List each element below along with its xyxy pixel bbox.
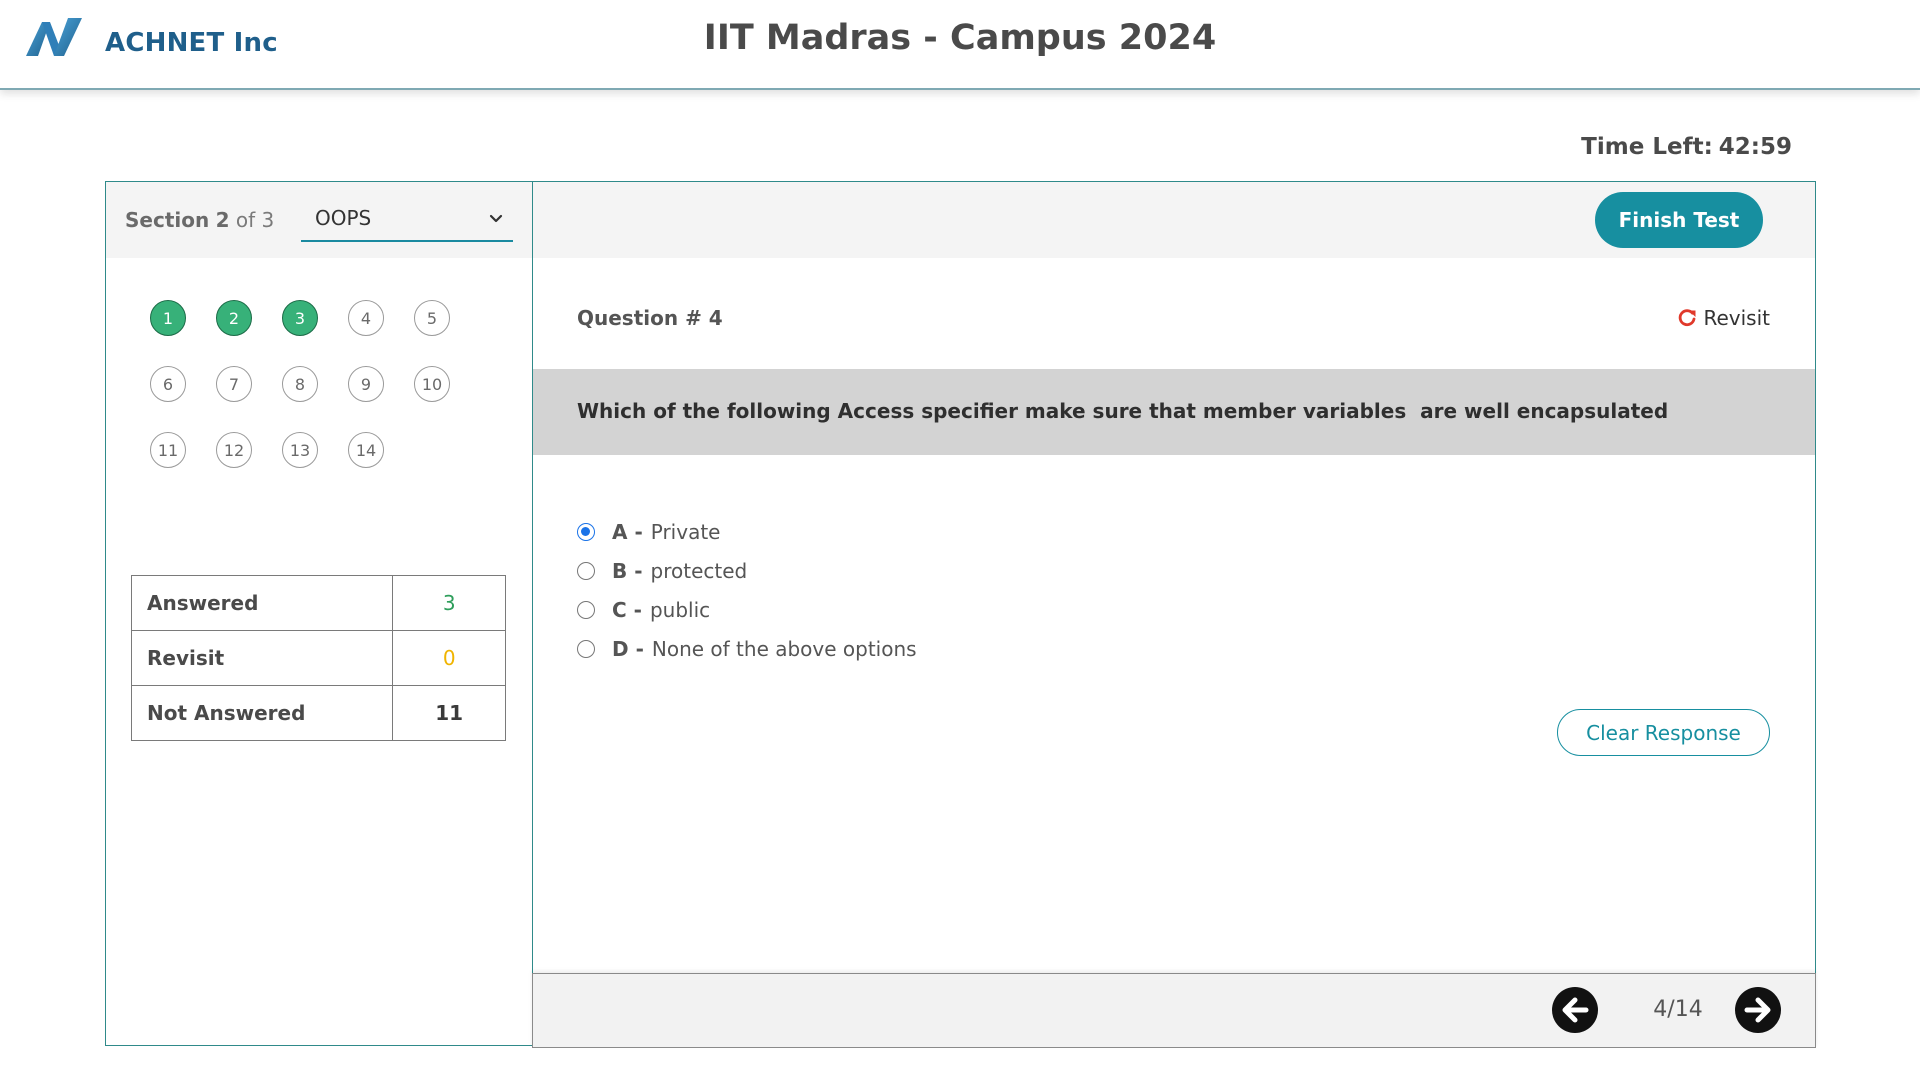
summary-label: Not Answered bbox=[130, 685, 394, 741]
arrow-left-circle-icon[interactable] bbox=[1551, 986, 1599, 1034]
summary-table: Answered 3 Revisit 0 Not Answered 11 bbox=[130, 575, 506, 741]
summary-count: 0 bbox=[392, 630, 506, 686]
question-palette-item[interactable]: 4 bbox=[348, 300, 384, 336]
question-palette-item[interactable]: 9 bbox=[348, 366, 384, 402]
question-palette-panel: Section 2 of 3 OOPS 1 2 3 4 5 6 7 8 9 10 11 12 13 14 … bbox=[105, 181, 533, 1046]
question-toolbar: Finish Test bbox=[533, 182, 1815, 258]
question-palette-item[interactable]: 6 bbox=[150, 366, 186, 402]
question-number: Question # 4 bbox=[577, 306, 723, 330]
option-text: public bbox=[649, 597, 711, 622]
exam-title: IIT Madras - Campus 2024 bbox=[703, 18, 1217, 58]
question-text: Which of the following Access specifier … bbox=[577, 399, 1669, 423]
summary-label: Revisit bbox=[130, 630, 394, 686]
section-indicator: Section 2 of 3 bbox=[125, 208, 274, 232]
summary-row: Revisit 0 bbox=[130, 630, 506, 686]
section-dropdown[interactable]: OOPS bbox=[301, 198, 513, 242]
summary-label: Answered bbox=[130, 575, 394, 631]
top-bar: ACHNET Inc IIT Madras - Campus 2024 bbox=[0, 0, 1920, 90]
question-navigation: 4/14 bbox=[532, 973, 1816, 1048]
section-total: 3 bbox=[261, 208, 275, 232]
question-palette-item[interactable]: 12 bbox=[216, 432, 252, 468]
question-palette-item[interactable]: 3 bbox=[282, 300, 318, 336]
option-radio[interactable] bbox=[577, 522, 595, 541]
summary-count: 11 bbox=[392, 685, 506, 741]
question-palette-item[interactable]: 5 bbox=[414, 300, 450, 336]
question-palette-item[interactable]: 14 bbox=[348, 432, 384, 468]
option-key: D - bbox=[612, 636, 644, 661]
time-left-label: Time Left: bbox=[1581, 134, 1713, 160]
question-palette-item[interactable]: 13 bbox=[282, 432, 318, 468]
revisit-button[interactable]: Revisit bbox=[1677, 306, 1770, 330]
question-palette-item[interactable]: 1 bbox=[150, 300, 186, 336]
option-key: A - bbox=[612, 519, 643, 544]
answer-option[interactable]: A - Private bbox=[577, 512, 917, 551]
option-text: protected bbox=[650, 558, 748, 583]
summary-count: 3 bbox=[392, 575, 506, 631]
option-radio[interactable] bbox=[577, 600, 595, 619]
question-panel: Finish Test Question # 4 Revisit Which o… bbox=[532, 181, 1816, 1048]
arrow-right-circle-icon[interactable] bbox=[1734, 986, 1782, 1034]
chevron-down-icon bbox=[489, 214, 503, 223]
question-palette-grid: 1 2 3 4 5 6 7 8 9 10 11 12 13 14 bbox=[150, 300, 490, 468]
revisit-label: Revisit bbox=[1703, 306, 1770, 330]
section-dropdown-value: OOPS bbox=[315, 206, 372, 230]
section-of: of bbox=[235, 208, 256, 232]
section-current: 2 bbox=[215, 208, 230, 232]
question-palette-item[interactable]: 2 bbox=[216, 300, 252, 336]
section-prefix: Section bbox=[125, 208, 210, 232]
summary-row: Answered 3 bbox=[130, 575, 506, 631]
question-palette-item[interactable]: 11 bbox=[150, 432, 186, 468]
answer-option[interactable]: C - public bbox=[577, 590, 917, 629]
option-text: None of the above options bbox=[651, 636, 917, 661]
page-indicator: 4/14 bbox=[1653, 997, 1703, 1022]
answer-option[interactable]: D - None of the above options bbox=[577, 629, 917, 668]
question-stem: Which of the following Access specifier … bbox=[533, 369, 1815, 455]
time-left: Time Left: 42:59 bbox=[1581, 134, 1792, 160]
question-palette-item[interactable]: 8 bbox=[282, 366, 318, 402]
answer-option[interactable]: B - protected bbox=[577, 551, 917, 590]
clear-response-button[interactable]: Clear Response bbox=[1557, 709, 1770, 756]
option-text: Private bbox=[650, 519, 721, 544]
summary-row: Not Answered 11 bbox=[130, 685, 506, 741]
section-header: Section 2 of 3 OOPS bbox=[106, 182, 532, 258]
refresh-icon bbox=[1679, 309, 1696, 327]
question-palette-item[interactable]: 7 bbox=[216, 366, 252, 402]
option-radio[interactable] bbox=[577, 639, 595, 658]
time-left-value: 42:59 bbox=[1718, 134, 1792, 160]
option-key: C - bbox=[612, 597, 642, 622]
option-radio[interactable] bbox=[577, 561, 595, 580]
answer-options: A - Private B - protected C - public D - None o… bbox=[577, 512, 917, 668]
question-palette-item[interactable]: 10 bbox=[414, 366, 450, 402]
option-key: B - bbox=[612, 558, 643, 583]
finish-test-button[interactable]: Finish Test bbox=[1595, 192, 1763, 248]
